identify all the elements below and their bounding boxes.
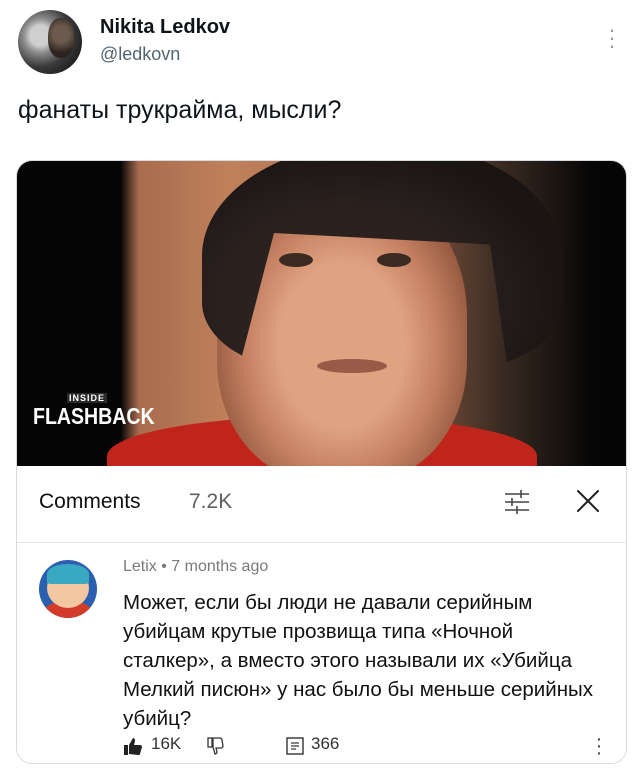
comment-avatar[interactable] xyxy=(39,560,97,618)
video-eye-right xyxy=(377,253,411,267)
flashback-watermark: INSIDE FLASHBACK xyxy=(33,393,176,430)
reply-comment-icon[interactable] xyxy=(285,736,305,756)
video-eye-left xyxy=(279,253,313,267)
profile-avatar[interactable] xyxy=(18,10,82,74)
video-mouth xyxy=(317,359,387,373)
thumbs-down-icon[interactable] xyxy=(205,736,225,756)
close-icon[interactable] xyxy=(573,486,603,516)
more-vertical-icon[interactable]: · · · xyxy=(591,729,607,763)
comment-author[interactable]: Letix xyxy=(123,558,157,575)
watermark-inside: INSIDE xyxy=(67,393,107,403)
avatar-hat xyxy=(47,564,89,584)
tweet-text: фанаты трукрайма, мысли? xyxy=(18,96,342,124)
more-vertical-icon[interactable]: · · · xyxy=(602,19,622,57)
meta-separator: • xyxy=(161,558,172,575)
divider xyxy=(17,542,626,543)
comments-title: Comments xyxy=(39,490,141,513)
watermark-flashback: FLASHBACK xyxy=(33,403,155,429)
comment-meta: Letix • 7 months ago xyxy=(123,558,268,576)
reply-count: 366 xyxy=(311,734,340,753)
user-handle[interactable]: @ledkovn xyxy=(100,44,180,65)
tweet-header: Nikita Ledkov @ledkovn · · · xyxy=(18,10,622,80)
display-name[interactable]: Nikita Ledkov xyxy=(100,16,230,39)
like-count: 16K xyxy=(151,734,182,753)
tweet-media[interactable]: INSIDE FLASHBACK Comments 7.2K Letix • 7… xyxy=(16,160,627,764)
comment-text: Может, если бы люди не давали серийным у… xyxy=(123,591,593,730)
comment-time: 7 months ago xyxy=(171,558,269,575)
thumbs-up-icon[interactable] xyxy=(123,736,143,756)
comments-count: 7.2K xyxy=(189,490,233,513)
comments-panel: Comments 7.2K Letix • 7 months ago Может… xyxy=(17,466,626,763)
filter-sliders-icon[interactable] xyxy=(503,488,531,516)
video-frame[interactable]: INSIDE FLASHBACK xyxy=(17,161,626,466)
